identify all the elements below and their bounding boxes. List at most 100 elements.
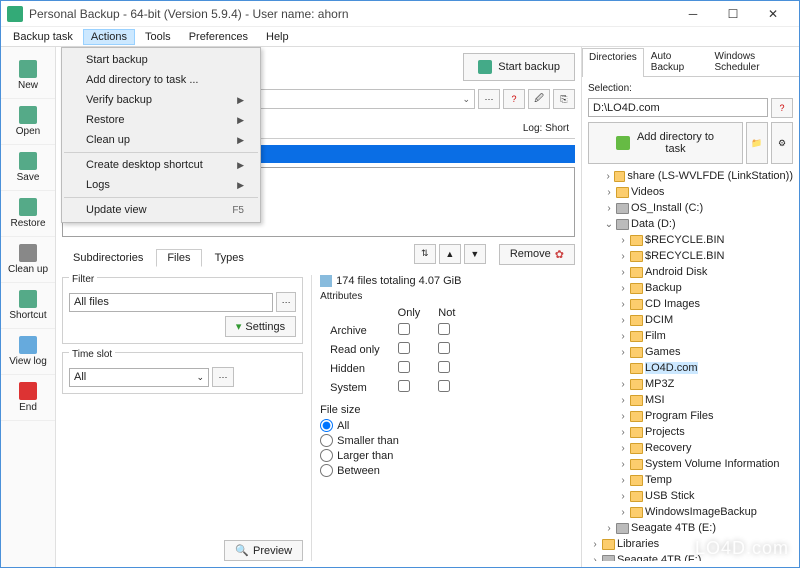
minimize-button[interactable]: ─ [673,2,713,26]
disclosure-icon[interactable]: › [618,235,628,246]
subtab-files[interactable]: Files [156,249,201,267]
actions-menu-verify-backup[interactable]: Verify backup▶ [64,90,258,110]
tree-node[interactable]: ›WindowsImageBackup [588,504,793,520]
tree-node[interactable]: ›DCIM [588,312,793,328]
disclosure-icon[interactable]: › [618,347,628,358]
filesize-between[interactable]: Between [320,463,575,478]
tree-node[interactable]: ⌄Data (D:) [588,216,793,232]
disclosure-icon[interactable]: › [618,459,628,470]
reorder-button[interactable]: ⇅ [414,244,436,264]
attr-archive-only[interactable] [398,323,410,335]
attr-read-only-only[interactable] [398,342,410,354]
tree-node[interactable]: ›Libraries [588,536,793,552]
maximize-button[interactable]: ☐ [713,2,753,26]
timeslot-combo[interactable]: All⌄ [69,368,209,387]
attr-hidden-only[interactable] [398,361,410,373]
preview-button[interactable]: 🔍Preview [224,540,303,561]
filesize-radio[interactable] [320,434,333,447]
attr-read-only-not[interactable] [438,342,450,354]
actions-menu-logs[interactable]: Logs▶ [64,175,258,195]
disclosure-icon[interactable]: › [604,523,614,534]
timeslot-edit-button[interactable]: ⋯ [212,367,234,387]
filesize-larger-than[interactable]: Larger than [320,448,575,463]
tree-node[interactable]: ›MSI [588,392,793,408]
disclosure-icon[interactable]: › [590,539,600,550]
disclosure-icon[interactable]: › [618,267,628,278]
menu-item-backup-task[interactable]: Backup task [5,29,81,45]
tree-node[interactable]: ›Recovery [588,440,793,456]
movedown-button[interactable]: ▼ [464,244,486,264]
tree-node[interactable]: ›$RECYCLE.BIN [588,248,793,264]
disclosure-icon[interactable]: › [618,283,628,294]
disclosure-icon[interactable]: › [618,395,628,406]
filesize-radio[interactable] [320,464,333,477]
tree-node[interactable]: ›Android Disk [588,264,793,280]
remove-button[interactable]: Remove✿ [499,244,575,265]
toolbar-open[interactable]: Open [1,99,55,145]
tree-node[interactable]: ›share (LS-WVLFDE (LinkStation)) [588,168,793,184]
filter-combo[interactable]: All files [69,293,273,312]
attr-hidden-not[interactable] [438,361,450,373]
actions-menu-update-view[interactable]: Update viewF5 [64,200,258,220]
toolbar-view-log[interactable]: View log [1,329,55,375]
disclosure-icon[interactable]: › [618,299,628,310]
menu-item-help[interactable]: Help [258,29,297,45]
toolbar-save[interactable]: Save [1,145,55,191]
close-button[interactable]: ✕ [753,2,793,26]
disclosure-icon[interactable]: ⌄ [604,219,614,230]
tree-node[interactable]: ›Temp [588,472,793,488]
tree-node[interactable]: ›Program Files [588,408,793,424]
disclosure-icon[interactable]: › [618,475,628,486]
tree-node[interactable]: ›MP3Z [588,376,793,392]
actions-menu-create-desktop-shortcut[interactable]: Create desktop shortcut▶ [64,155,258,175]
disclosure-icon[interactable]: › [618,251,628,262]
tree-node[interactable]: ›USB Stick [588,488,793,504]
tree-node[interactable]: ›Backup [588,280,793,296]
attr-system-not[interactable] [438,380,450,392]
menu-item-preferences[interactable]: Preferences [181,29,256,45]
tree-node[interactable]: ›Seagate 4TB (F:) [588,552,793,561]
filesize-all[interactable]: All [320,418,575,433]
subtab-subdirectories[interactable]: Subdirectories [62,249,154,267]
disclosure-icon[interactable]: › [604,203,614,214]
right-tab-directories[interactable]: Directories [582,48,644,77]
tree-node[interactable]: ›Projects [588,424,793,440]
tree-node[interactable]: ›CD Images [588,296,793,312]
disclosure-icon[interactable]: › [618,315,628,326]
dest-btn-1[interactable]: ⋯ [478,89,500,109]
moveup-button[interactable]: ▲ [439,244,461,264]
tree-node[interactable]: LO4D.com [588,360,793,376]
menu-item-tools[interactable]: Tools [137,29,179,45]
right-tab-auto-backup[interactable]: Auto Backup [644,47,708,76]
disclosure-icon[interactable]: › [604,187,614,198]
disclosure-icon[interactable]: › [618,491,628,502]
dest-btn-2[interactable]: ? [503,89,525,109]
add-aux-button-1[interactable]: 📁 [746,122,768,164]
actions-menu-restore[interactable]: Restore▶ [64,110,258,130]
disclosure-icon[interactable]: › [604,171,612,182]
tree-node[interactable]: ›Videos [588,184,793,200]
filesize-radio[interactable] [320,449,333,462]
tree-node[interactable]: ›$RECYCLE.BIN [588,232,793,248]
filesize-radio[interactable] [320,419,333,432]
filter-edit-button[interactable]: ⋯ [276,292,296,312]
attr-archive-not[interactable] [438,323,450,335]
toolbar-new[interactable]: New [1,53,55,99]
toolbar-end[interactable]: End [1,375,55,421]
tree-node[interactable]: ›Seagate 4TB (E:) [588,520,793,536]
filesize-smaller-than[interactable]: Smaller than [320,433,575,448]
selection-input[interactable] [588,98,768,117]
toolbar-clean-up[interactable]: Clean up [1,237,55,283]
toolbar-restore[interactable]: Restore [1,191,55,237]
add-aux-button-2[interactable]: ⚙ [771,122,793,164]
disclosure-icon[interactable]: › [618,331,628,342]
tree-node[interactable]: ›System Volume Information [588,456,793,472]
disclosure-icon[interactable]: › [618,379,628,390]
actions-menu-add-directory-to-task-[interactable]: Add directory to task ... [64,70,258,90]
add-directory-button[interactable]: Add directory to task [588,122,743,164]
toolbar-shortcut[interactable]: Shortcut [1,283,55,329]
tree-node[interactable]: ›Film [588,328,793,344]
tree-node[interactable]: ›Games [588,344,793,360]
disclosure-icon[interactable]: › [590,555,600,562]
right-tab-windows-scheduler[interactable]: Windows Scheduler [708,47,799,76]
